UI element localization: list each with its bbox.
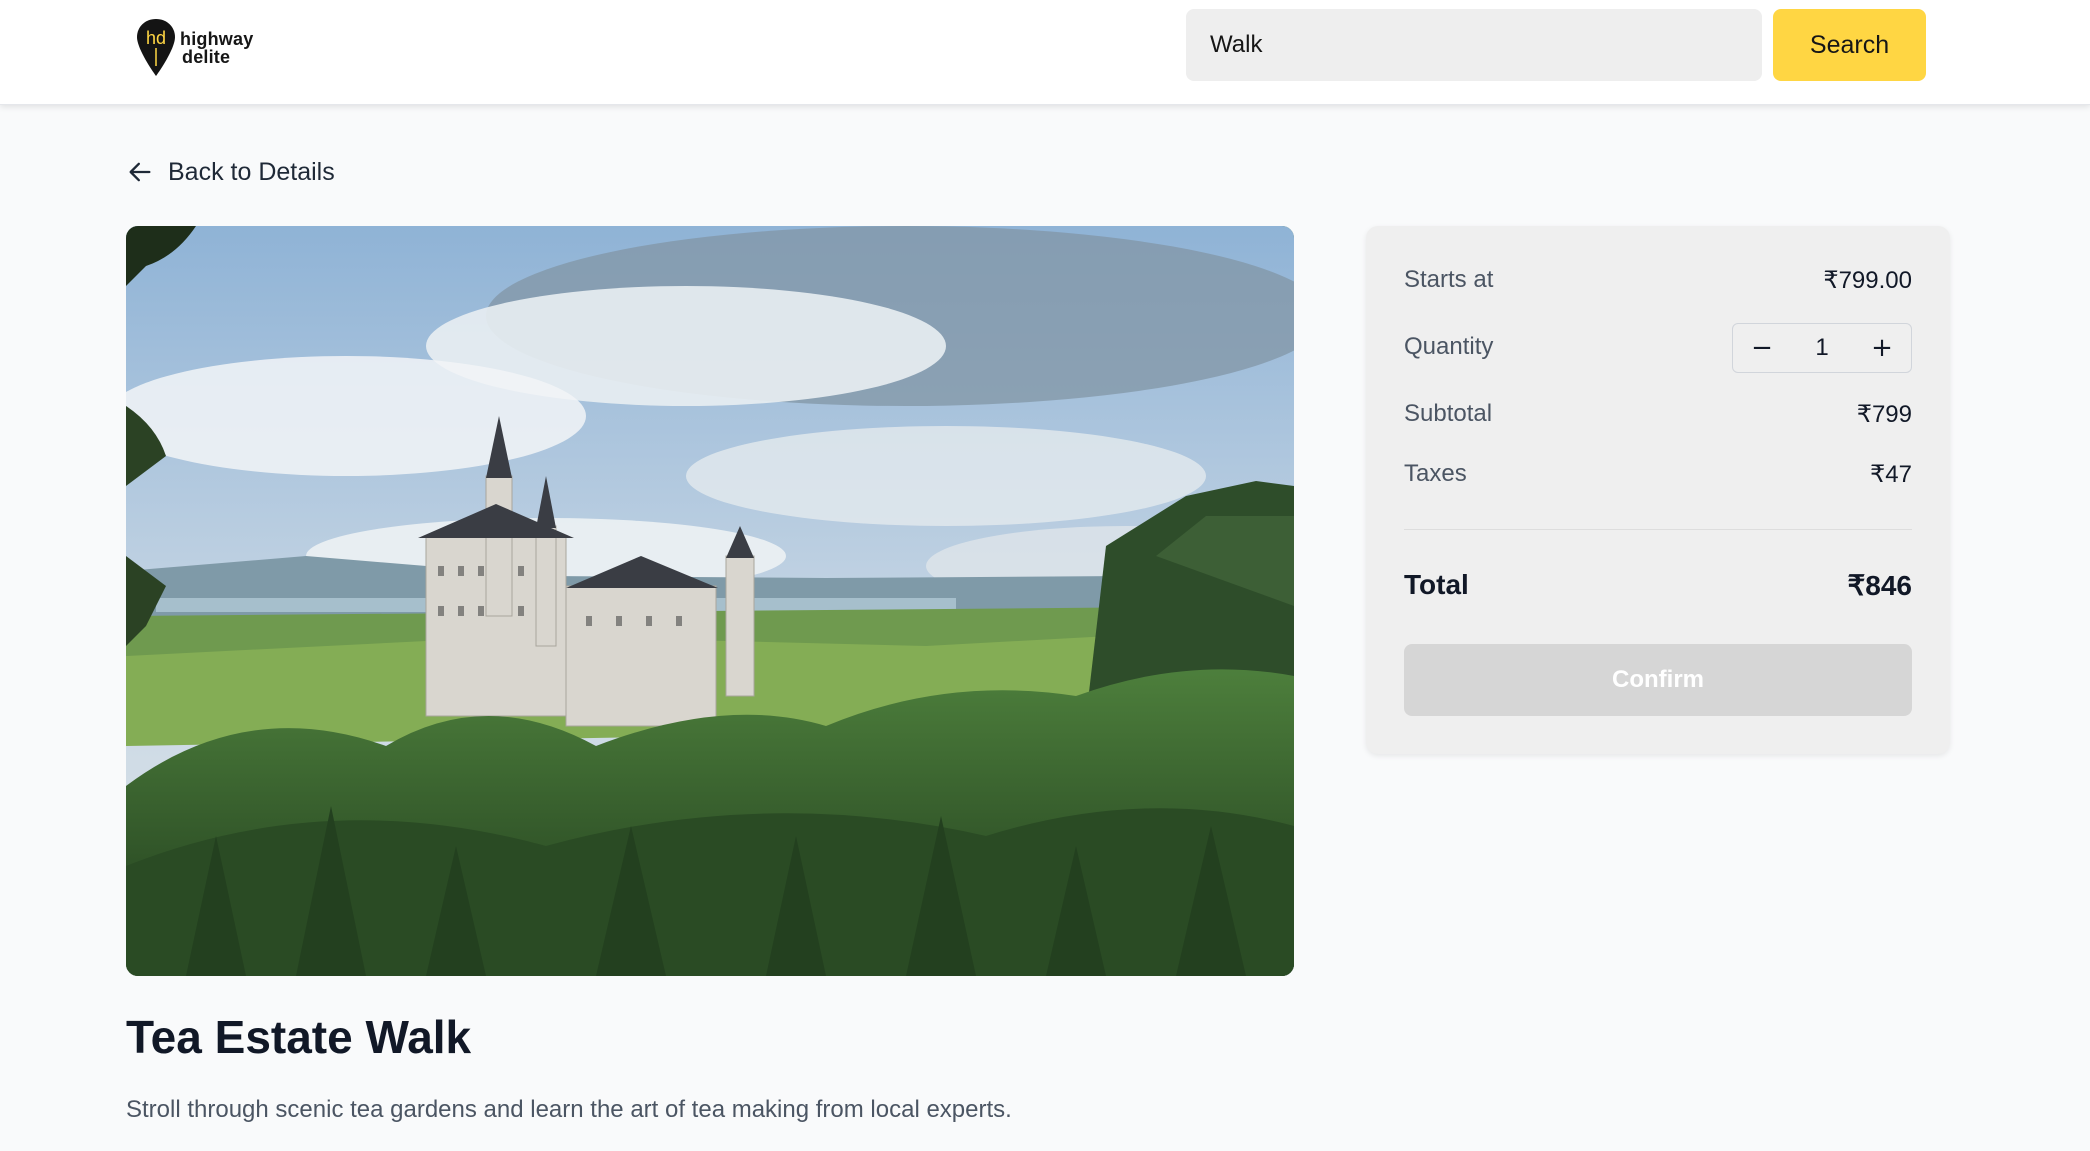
experience-image — [126, 226, 1294, 976]
summary-divider — [1404, 529, 1912, 530]
brand-name: highway delite — [180, 30, 253, 66]
search-input[interactable] — [1186, 9, 1762, 81]
starts-at-value: ₹799.00 — [1823, 267, 1912, 294]
experience-description: Stroll through scenic tea gardens and le… — [126, 1096, 1012, 1123]
brand-logo[interactable]: hd highway delite — [136, 18, 253, 78]
increment-button[interactable]: + — [1867, 333, 1897, 363]
brand-name-line2: delite — [182, 47, 231, 67]
logo-mark: hd — [146, 28, 166, 48]
confirm-button[interactable]: Confirm — [1404, 644, 1912, 716]
quantity-stepper: − 1 + — [1732, 323, 1912, 373]
decrement-button[interactable]: − — [1747, 333, 1777, 363]
search-button[interactable]: Search — [1773, 9, 1926, 81]
brand-name-line1: highway — [180, 29, 254, 49]
experience-title: Tea Estate Walk — [126, 1011, 472, 1063]
subtotal-label: Subtotal — [1404, 400, 1493, 427]
quantity-label: Quantity — [1404, 333, 1494, 360]
castle-landscape-image — [126, 226, 1294, 976]
starts-at-label: Starts at — [1404, 266, 1494, 293]
quantity-value: 1 — [1815, 334, 1829, 361]
map-pin-logo-icon: hd — [137, 19, 175, 76]
back-to-details-link[interactable]: Back to Details — [126, 154, 335, 190]
total-value: ₹846 — [1847, 570, 1912, 601]
back-link-label: Back to Details — [168, 157, 335, 186]
subtotal-value: ₹799 — [1856, 401, 1912, 428]
booking-summary-card: Starts at ₹799.00 Quantity − 1 + Subtota… — [1366, 226, 1950, 754]
taxes-value: ₹47 — [1870, 461, 1912, 488]
top-header: hd highway delite Search — [0, 0, 2090, 105]
total-label: Total — [1404, 569, 1469, 600]
taxes-label: Taxes — [1404, 460, 1467, 487]
arrow-left-icon — [129, 162, 151, 182]
